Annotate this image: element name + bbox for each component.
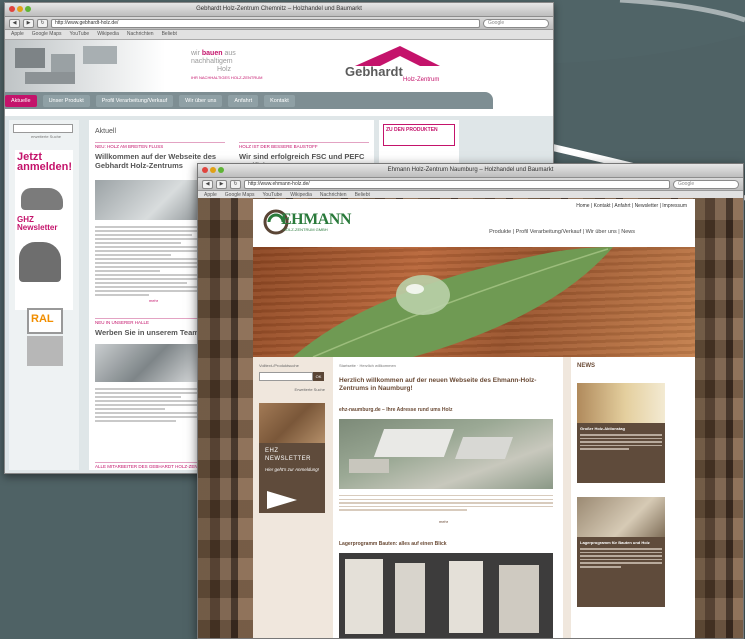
forward-arrow-icon[interactable]: ▶ — [216, 179, 227, 189]
warehouse-photo — [339, 553, 553, 638]
page-title: Herzlich willkommen auf der neuen Websei… — [339, 377, 537, 392]
maximize-icon[interactable] — [25, 6, 31, 12]
search-input[interactable]: Google — [673, 179, 739, 189]
url-bar[interactable]: http://www.ehmann-holz.de/ — [244, 179, 670, 189]
article-text — [95, 226, 203, 298]
forward-arrow-icon[interactable]: ▶ — [23, 18, 34, 28]
bookmarks-bar: Apple Google Maps YouTube Wikipedia Nach… — [5, 30, 553, 40]
minimize-icon[interactable] — [17, 6, 23, 12]
nav-item-profil[interactable]: Profil Verarbeitung/Verkauf — [95, 94, 174, 107]
ehmann-header: Home | Kontakt | Anfahrt | Newsletter | … — [253, 199, 695, 247]
window-title: Gebhardt Holz-Zentrum Chemnitz – Holzhan… — [196, 6, 362, 12]
news-card-text — [577, 434, 665, 450]
nav-item-wir-ueber-uns[interactable]: Wir über uns — [179, 94, 223, 107]
products-box[interactable]: ZU DEN PRODUKTEN — [383, 124, 455, 146]
section-label: NEU: HOLZ AM BREITEN FLUSS — [95, 142, 225, 149]
certificate-image — [27, 336, 63, 366]
gebhardt-header: wir bauen aus nachhaltigem Holz IHR NACH… — [5, 40, 553, 92]
nav-item-aktuelle[interactable]: Aktuelle — [5, 94, 37, 107]
news-card[interactable]: Großer Holz-Aktionstag — [577, 383, 665, 483]
nav-item-produkt[interactable]: Unser Produkt — [42, 94, 90, 107]
left-sidebar: Volltext-/Produktsuche OK Erweiterte Suc… — [259, 363, 325, 638]
promo-title: Jetzt anmelden! — [17, 151, 73, 173]
news-column: NEWS Großer Holz-Aktionstag Lagerprogram… — [571, 357, 695, 638]
logo-text: Gebhardt — [345, 64, 403, 79]
page-title: Aktuell — [95, 128, 117, 135]
content-area: Volltext-/Produktsuche OK Erweiterte Suc… — [253, 357, 695, 638]
maximize-icon[interactable] — [218, 167, 224, 173]
more-link[interactable]: mehr — [149, 298, 158, 303]
reload-icon[interactable]: ↻ — [37, 18, 48, 28]
back-arrow-icon[interactable]: ◀ — [9, 18, 20, 28]
newsletter-cta: Hier geht's zur Anmeldung! — [265, 467, 319, 472]
search-label: Volltext-/Produktsuche — [259, 363, 299, 368]
news-card-text — [577, 548, 665, 568]
bookmark-item[interactable]: Google Maps — [32, 30, 62, 39]
section-label: HOLZ IST DER BESSERE BAUSTOFF — [239, 142, 369, 149]
nav-item-anfahrt[interactable]: Anfahrt — [228, 94, 259, 107]
window-title: Ehmann Holz-Zentrum Naumburg – Holzhande… — [387, 167, 554, 173]
article-text — [339, 495, 553, 513]
newsletter-title: EHZ NEWSLETTER — [265, 448, 312, 462]
back-arrow-icon[interactable]: ◀ — [202, 179, 213, 189]
article-image — [95, 344, 205, 382]
ral-badge[interactable]: RAL — [27, 308, 63, 334]
minimize-icon[interactable] — [210, 167, 216, 173]
leaf-waterdrop-image — [293, 247, 613, 357]
news-card-title: Lagerprogramm für Bauten und Holz — [580, 540, 650, 545]
newsletter-promo[interactable]: EHZ NEWSLETTER Hier geht's zur Anmeldung… — [259, 403, 325, 513]
rhino-image-2 — [19, 242, 61, 282]
advanced-search-link[interactable]: Erweiterte Suche — [259, 387, 325, 392]
window-title-bar[interactable]: Gebhardt Holz-Zentrum Chemnitz – Holzhan… — [5, 3, 553, 17]
article-text — [95, 388, 203, 424]
bookmark-item[interactable]: Beliebt — [162, 30, 177, 39]
bookmark-item[interactable]: Wikipedia — [97, 30, 119, 39]
logo-subtitle: Holz-Zentrum — [403, 77, 440, 83]
nav-item-kontakt[interactable]: Kontakt — [264, 94, 295, 107]
rhino-image — [21, 188, 63, 210]
window-controls[interactable] — [9, 6, 31, 12]
close-icon[interactable] — [202, 167, 208, 173]
close-icon[interactable] — [9, 6, 15, 12]
left-sidebar: erweiterte Suche Jetzt anmelden! GHZ New… — [9, 120, 79, 470]
main-nav[interactable]: Produkte | Profil Verarbeitung/Verkauf |… — [489, 229, 635, 235]
window-title-bar[interactable]: Ehmann Holz-Zentrum Naumburg – Holzhande… — [198, 164, 743, 178]
browser-toolbar: ◀ ▶ ↻ http://www.gebhardt-holz.de/ Googl… — [5, 17, 553, 30]
bookmark-item[interactable]: Nachrichten — [127, 30, 154, 39]
product-search-input[interactable] — [259, 372, 313, 382]
bookmark-item[interactable]: Apple — [11, 30, 24, 39]
breadcrumb[interactable]: Startseite · Herzlich willkommen — [339, 363, 396, 368]
news-card[interactable]: Lagerprogramm für Bauten und Holz — [577, 497, 665, 607]
url-bar[interactable]: http://www.gebhardt-holz.de/ — [51, 18, 480, 28]
search-input[interactable]: Google — [483, 18, 549, 28]
section-heading: Lagerprogramm Bauten: alles auf einen Bl… — [339, 541, 447, 547]
more-link[interactable]: mehr — [439, 519, 448, 524]
sidebar-search-input[interactable] — [13, 124, 73, 133]
search-button[interactable]: OK — [313, 372, 324, 382]
advanced-search-link[interactable]: erweiterte Suche — [31, 134, 61, 139]
reload-icon[interactable]: ↻ — [230, 179, 241, 189]
news-card-title: Großer Holz-Aktionstag — [580, 426, 625, 431]
main-content: Startseite · Herzlich willkommen Herzlic… — [333, 357, 563, 638]
window-controls[interactable] — [202, 167, 224, 173]
hero-banner — [253, 247, 695, 357]
utility-links[interactable]: Home | Kontakt | Anfahrt | Newsletter | … — [576, 203, 687, 209]
section-heading: ehz-naumburg.de – Ihre Adresse rund ums … — [339, 407, 453, 413]
arrow-right-icon — [267, 491, 297, 509]
ehmann-page: Home | Kontakt | Anfahrt | Newsletter | … — [253, 199, 695, 638]
bookmark-item[interactable]: YouTube — [70, 30, 90, 39]
newsletter-promo[interactable]: Jetzt anmelden! GHZ Newsletter — [15, 150, 73, 310]
ehmann-browser-window[interactable]: Ehmann Holz-Zentrum Naumburg – Holzhande… — [197, 163, 744, 639]
newsletter-photo — [259, 403, 325, 443]
header-slogan: wir bauen aus nachhaltigem Holz IHR NACH… — [191, 50, 263, 80]
article-image — [95, 180, 205, 220]
browser-toolbar: ◀ ▶ ↻ http://www.ehmann-holz.de/ Google — [198, 178, 743, 191]
main-nav: Aktuelle Unser Produkt Profil Verarbeitu… — [5, 92, 493, 109]
promo-newsletter: GHZ Newsletter — [17, 215, 58, 232]
news-header: NEWS — [577, 363, 595, 369]
logo-subtitle: HOLZ-ZENTRUM GMBH — [283, 227, 328, 232]
header-collage-image — [5, 40, 165, 92]
aerial-photo — [339, 419, 553, 489]
